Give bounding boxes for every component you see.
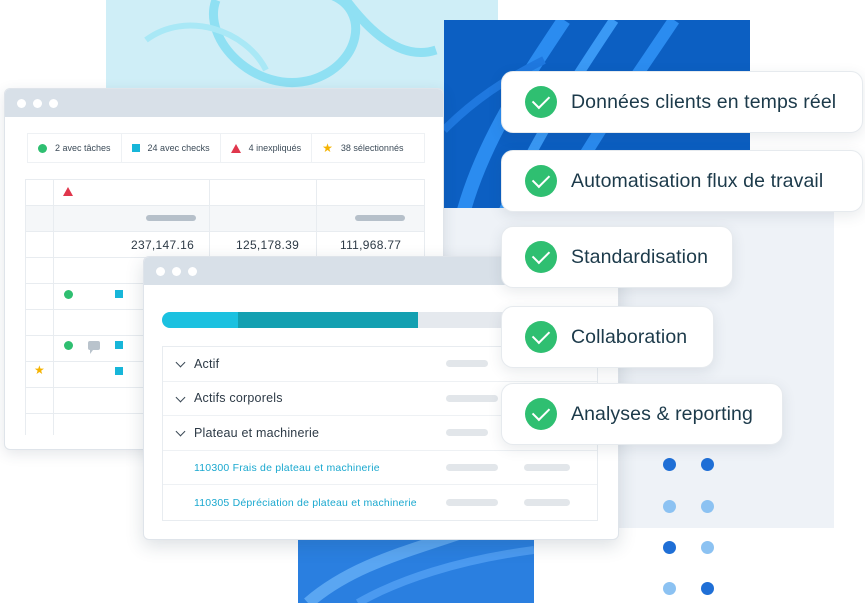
feature-label: Données clients en temps réel bbox=[571, 90, 837, 113]
tree-label: Plateau et machinerie bbox=[194, 425, 320, 440]
value-placeholder bbox=[446, 360, 488, 368]
tree-row-account[interactable]: 110300 Frais de plateau et machinerie bbox=[163, 451, 597, 486]
feature-card-workflow-automation: Automatisation flux de travail bbox=[501, 150, 863, 212]
progress-segment-complete bbox=[162, 312, 238, 328]
check-circle-icon bbox=[525, 398, 557, 430]
value-placeholder bbox=[446, 394, 498, 402]
feature-card-analytics-reporting: Analyses & reporting bbox=[501, 383, 783, 445]
chevron-down-icon[interactable] bbox=[175, 392, 186, 403]
value-placeholder bbox=[446, 499, 498, 507]
check-circle-icon bbox=[525, 321, 557, 353]
legend-label: 24 avec checks bbox=[147, 143, 210, 153]
triangle-marker-icon bbox=[230, 143, 241, 153]
feature-label: Standardisation bbox=[571, 245, 709, 268]
legend-selected[interactable]: ★ 38 sélectionnés bbox=[312, 134, 413, 162]
account-link[interactable]: 110300 Frais de plateau et machinerie bbox=[194, 462, 380, 474]
square-marker-icon[interactable] bbox=[115, 341, 123, 349]
tree-row-account[interactable]: 110305 Dépréciation de plateau et machin… bbox=[163, 485, 597, 520]
check-circle-icon bbox=[525, 165, 557, 197]
feature-card-realtime-data: Données clients en temps réel bbox=[501, 71, 863, 133]
legend-checks[interactable]: 24 avec checks bbox=[122, 134, 221, 162]
legend-label: 2 avec tâches bbox=[55, 143, 111, 153]
header-placeholder bbox=[355, 215, 405, 221]
check-circle-icon bbox=[525, 241, 557, 273]
feature-card-standardisation: Standardisation bbox=[501, 226, 733, 288]
dot-pattern bbox=[660, 455, 720, 603]
value-placeholder bbox=[524, 499, 570, 507]
square-marker-icon bbox=[131, 144, 140, 152]
amount-cell: 111,968.77 bbox=[340, 238, 402, 252]
window-control-dot[interactable] bbox=[156, 266, 165, 276]
feature-label: Automatisation flux de travail bbox=[571, 169, 824, 192]
window-control-dot[interactable] bbox=[188, 266, 197, 276]
window-control-dot[interactable] bbox=[172, 266, 181, 276]
window-titlebar bbox=[5, 89, 443, 117]
circle-marker-icon bbox=[38, 143, 47, 153]
header-placeholder bbox=[146, 215, 196, 221]
feature-card-collaboration: Collaboration bbox=[501, 306, 714, 368]
comment-icon[interactable] bbox=[88, 341, 100, 354]
value-placeholder bbox=[446, 464, 498, 472]
chevron-down-icon[interactable] bbox=[175, 426, 186, 437]
circle-marker-icon[interactable] bbox=[64, 341, 73, 350]
window-control-dot[interactable] bbox=[49, 98, 58, 108]
circle-marker-icon[interactable] bbox=[64, 290, 73, 299]
status-legend: 2 avec tâches 24 avec checks 4 inexpliqu… bbox=[27, 133, 425, 163]
account-link[interactable]: 110305 Dépréciation de plateau et machin… bbox=[194, 497, 417, 509]
amount-cell: 237,147.16 bbox=[131, 238, 195, 252]
star-marker-icon[interactable]: ★ bbox=[34, 364, 45, 376]
window-control-dot[interactable] bbox=[17, 98, 26, 108]
value-placeholder bbox=[446, 429, 488, 437]
chevron-down-icon[interactable] bbox=[175, 357, 186, 368]
square-marker-icon[interactable] bbox=[115, 367, 123, 375]
progress-segment-reviewed bbox=[237, 312, 419, 328]
feature-label: Analyses & reporting bbox=[571, 402, 753, 425]
window-control-dot[interactable] bbox=[33, 98, 42, 108]
legend-tasks[interactable]: 2 avec tâches bbox=[28, 134, 122, 162]
tree-label: Actif bbox=[194, 356, 220, 371]
triangle-marker-icon[interactable] bbox=[63, 187, 73, 196]
legend-label: 38 sélectionnés bbox=[340, 143, 404, 153]
legend-unexplained[interactable]: 4 inexpliqués bbox=[221, 134, 313, 162]
value-placeholder bbox=[524, 464, 570, 472]
square-marker-icon[interactable] bbox=[115, 290, 123, 298]
amount-cell: 125,178.39 bbox=[236, 238, 300, 252]
tree-label: Actifs corporels bbox=[194, 391, 283, 406]
legend-label: 4 inexpliqués bbox=[248, 143, 302, 153]
star-marker-icon: ★ bbox=[322, 141, 333, 155]
feature-label: Collaboration bbox=[571, 325, 688, 348]
check-circle-icon bbox=[525, 86, 557, 118]
